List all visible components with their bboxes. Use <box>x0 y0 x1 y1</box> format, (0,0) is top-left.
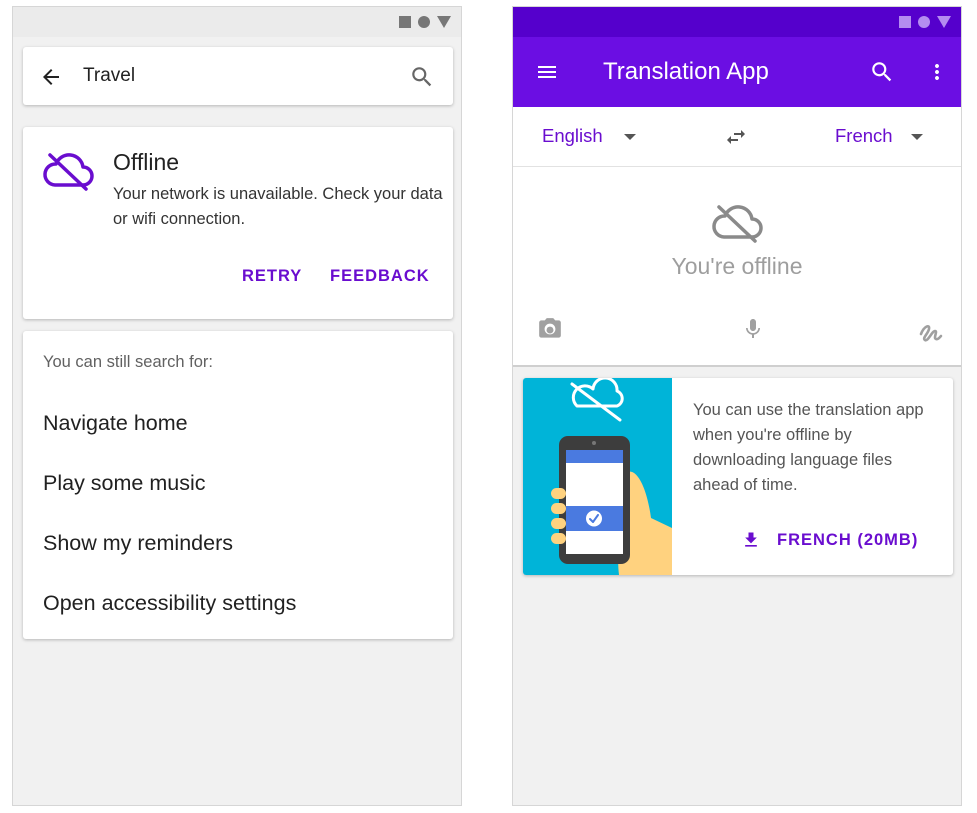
offline-card: Offline Your network is unavailable. Che… <box>23 127 453 319</box>
status-bar <box>513 7 961 37</box>
retry-button[interactable]: RETRY <box>242 267 302 286</box>
search-icon[interactable] <box>409 64 435 90</box>
status-square-icon <box>399 16 411 28</box>
language-selector-bar: English French <box>513 107 961 167</box>
download-french-button[interactable]: FRENCH (20MB) <box>741 530 918 550</box>
source-language-select[interactable]: English <box>542 107 603 165</box>
offline-download-message: You can use the translation app when you… <box>693 401 924 494</box>
suggestion-item[interactable]: Show my reminders <box>43 531 233 556</box>
chevron-down-icon[interactable] <box>911 134 923 140</box>
suggestions-card: You can still search for: Navigate home … <box>23 331 453 639</box>
suggestion-item[interactable]: Navigate home <box>43 411 188 436</box>
suggestions-hint: You can still search for: <box>43 353 213 371</box>
translation-app-screen: Translation App English French You're of… <box>512 6 962 806</box>
app-title: Translation App <box>603 58 769 85</box>
camera-icon[interactable] <box>536 316 564 342</box>
cloud-off-icon <box>710 203 764 243</box>
chevron-down-icon[interactable] <box>624 134 636 140</box>
offline-download-card: You can use the translation app when you… <box>523 378 953 575</box>
suggestion-item[interactable]: Open accessibility settings <box>43 591 296 616</box>
status-triangle-icon <box>437 16 451 28</box>
handwriting-icon[interactable] <box>917 318 945 346</box>
phone-illustration <box>523 378 672 575</box>
offline-message: Your network is unavailable. Check your … <box>113 185 443 228</box>
search-icon[interactable] <box>869 59 895 85</box>
status-circle-icon <box>418 16 430 28</box>
offline-title: Offline <box>113 149 180 175</box>
status-bar <box>13 7 461 37</box>
translation-input-area[interactable]: You're offline <box>513 167 961 367</box>
mic-icon[interactable] <box>741 315 765 343</box>
download-icon <box>741 530 761 550</box>
offline-label: You're offline <box>671 253 803 279</box>
app-bar: Translation App <box>513 37 961 107</box>
swap-icon[interactable] <box>723 125 749 149</box>
status-circle-icon <box>918 16 930 28</box>
download-label: FRENCH (20MB) <box>777 530 919 549</box>
status-triangle-icon <box>937 16 951 28</box>
feedback-button[interactable]: FEEDBACK <box>330 267 430 286</box>
search-bar: Travel <box>23 47 453 105</box>
menu-icon[interactable] <box>535 60 559 84</box>
status-square-icon <box>899 16 911 28</box>
arrow-left-icon[interactable] <box>39 65 63 89</box>
cloud-off-icon <box>41 151 95 191</box>
offline-search-screen: Travel Offline Your network is unavailab… <box>12 6 462 806</box>
search-query[interactable]: Travel <box>83 47 135 105</box>
suggestion-item[interactable]: Play some music <box>43 471 206 496</box>
more-vert-icon[interactable] <box>925 59 949 85</box>
target-language-select[interactable]: French <box>835 107 893 165</box>
